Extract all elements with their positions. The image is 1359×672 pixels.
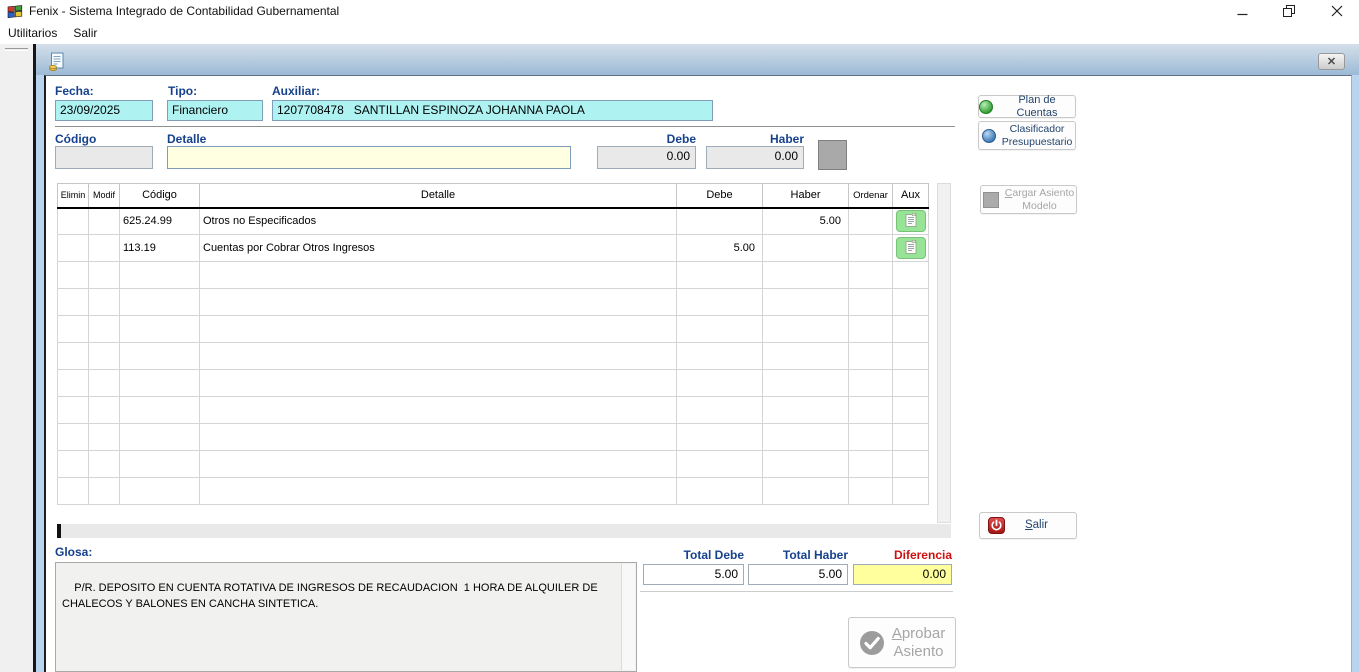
aprobar-asiento-button[interactable]: Aprobar Asiento <box>848 617 956 668</box>
total-debe-label: Total Debe <box>643 548 744 562</box>
restore-button[interactable] <box>1268 0 1310 22</box>
table-row[interactable] <box>58 289 929 316</box>
close-button[interactable] <box>1316 0 1358 22</box>
table-row[interactable] <box>58 397 929 424</box>
table-row[interactable] <box>58 478 929 505</box>
app-window: Fenix - Sistema Integrado de Contabilida… <box>0 0 1359 672</box>
clasificador-presupuestario-button[interactable]: Clasificador Presupuestario <box>978 121 1076 150</box>
table-row[interactable] <box>58 343 929 370</box>
restore-icon <box>1283 5 1295 17</box>
table-row[interactable] <box>58 262 929 289</box>
fecha-input[interactable]: 23/09/2025 <box>55 100 153 121</box>
clasificador-icon <box>982 129 996 143</box>
panel-grip[interactable] <box>5 48 28 51</box>
title-bar: Fenix - Sistema Integrado de Contabilida… <box>0 0 1359 22</box>
totals-panel-border <box>640 591 953 592</box>
menu-bar: Utilitarios Salir <box>0 22 1359 44</box>
child-close-icon: ✕ <box>1327 55 1336 68</box>
glosa-label: Glosa: <box>55 545 92 559</box>
column-header-ordenar[interactable]: Ordenar <box>849 184 893 208</box>
table-row[interactable] <box>58 451 929 478</box>
menu-utilitarios[interactable]: Utilitarios <box>0 23 65 43</box>
tipo-label: Tipo: <box>168 84 197 98</box>
entry-action-button[interactable] <box>818 140 847 170</box>
haber-input[interactable]: 0.00 <box>706 146 804 169</box>
journal-close-button[interactable]: ✕ <box>1318 53 1345 70</box>
plan-de-cuentas-button[interactable]: Plan de Cuentas <box>978 95 1076 118</box>
aux-icon <box>905 240 917 257</box>
haber-label: Haber <box>706 132 804 146</box>
column-header-detalle[interactable]: Detalle <box>200 184 677 208</box>
aux-button[interactable] <box>896 237 926 259</box>
aux-button[interactable] <box>896 210 926 232</box>
journal-icon <box>47 52 67 72</box>
cargar-asiento-modelo-button[interactable]: Cargar Asiento Modelo <box>980 185 1077 214</box>
table-horizontal-scrollbar[interactable] <box>57 524 951 538</box>
column-header-aux[interactable]: Aux <box>893 184 929 208</box>
codigo-input[interactable] <box>55 146 153 169</box>
glosa-scrollbar[interactable] <box>621 564 635 670</box>
salir-label: Salir <box>1011 519 1062 532</box>
plan-cuentas-icon <box>979 100 993 114</box>
separator-line <box>55 126 955 127</box>
codigo-label: Código <box>55 132 96 146</box>
plan-cuentas-label: Plan de Cuentas <box>999 94 1075 119</box>
table-row[interactable]: 625.24.99Otros no Especificados5.00 <box>58 208 929 235</box>
clasificador-label: Clasificador Presupuestario <box>1002 123 1073 147</box>
entries-table: EliminModifCódigoDetalleDebeHaberOrdenar… <box>57 183 929 505</box>
column-header-haber[interactable]: Haber <box>763 184 849 208</box>
tipo-input[interactable]: Financiero <box>167 100 263 121</box>
cargar-label: Cargar Asiento Modelo <box>1005 187 1074 211</box>
auxiliar-input[interactable]: 1207708478 SANTILLAN ESPINOZA JOHANNA PA… <box>272 100 713 121</box>
detalle-label: Detalle <box>167 132 206 146</box>
detalle-input[interactable] <box>167 146 571 169</box>
scrollbar-thumb[interactable] <box>57 524 61 538</box>
minimize-button[interactable] <box>1221 0 1263 22</box>
table-row[interactable]: 113.19Cuentas por Cobrar Otros Ingresos5… <box>58 235 929 262</box>
column-header-debe[interactable]: Debe <box>677 184 763 208</box>
table-row[interactable] <box>58 370 929 397</box>
auxiliar-label: Auxiliar: <box>272 84 320 98</box>
close-icon <box>1331 5 1343 17</box>
minimize-icon <box>1237 6 1248 17</box>
aprobar-label: Aprobar Asiento <box>892 625 945 660</box>
cargar-icon <box>983 192 999 208</box>
window-title: Fenix - Sistema Integrado de Contabilida… <box>29 4 339 18</box>
column-header-modif[interactable]: Modif <box>89 184 120 208</box>
aprobar-icon <box>859 630 885 656</box>
side-panel[interactable] <box>0 44 33 672</box>
salir-icon <box>988 517 1005 534</box>
glosa-textarea[interactable]: P/R. DEPOSITO EN CUENTA ROTATIVA DE INGR… <box>55 562 637 672</box>
journal-window-header <box>36 44 1359 75</box>
menu-salir[interactable]: Salir <box>65 23 105 43</box>
total-haber-field: 5.00 <box>748 564 848 585</box>
debe-label: Debe <box>597 132 696 146</box>
table-row[interactable] <box>58 316 929 343</box>
aux-icon <box>905 213 917 230</box>
debe-input[interactable]: 0.00 <box>597 146 696 169</box>
total-haber-label: Total Haber <box>748 548 848 562</box>
table-vertical-scrollbar[interactable] <box>937 183 951 523</box>
glosa-text: P/R. DEPOSITO EN CUENTA ROTATIVA DE INGR… <box>62 582 601 609</box>
diferencia-label: Diferencia <box>853 548 952 562</box>
diferencia-field: 0.00 <box>853 564 952 585</box>
total-debe-field: 5.00 <box>643 564 744 585</box>
fecha-label: Fecha: <box>55 84 94 98</box>
app-logo-icon <box>7 4 23 18</box>
salir-button[interactable]: Salir <box>979 512 1077 539</box>
table-row[interactable] <box>58 424 929 451</box>
column-header-elimin[interactable]: Elimin <box>58 184 89 208</box>
column-header-código[interactable]: Código <box>120 184 200 208</box>
